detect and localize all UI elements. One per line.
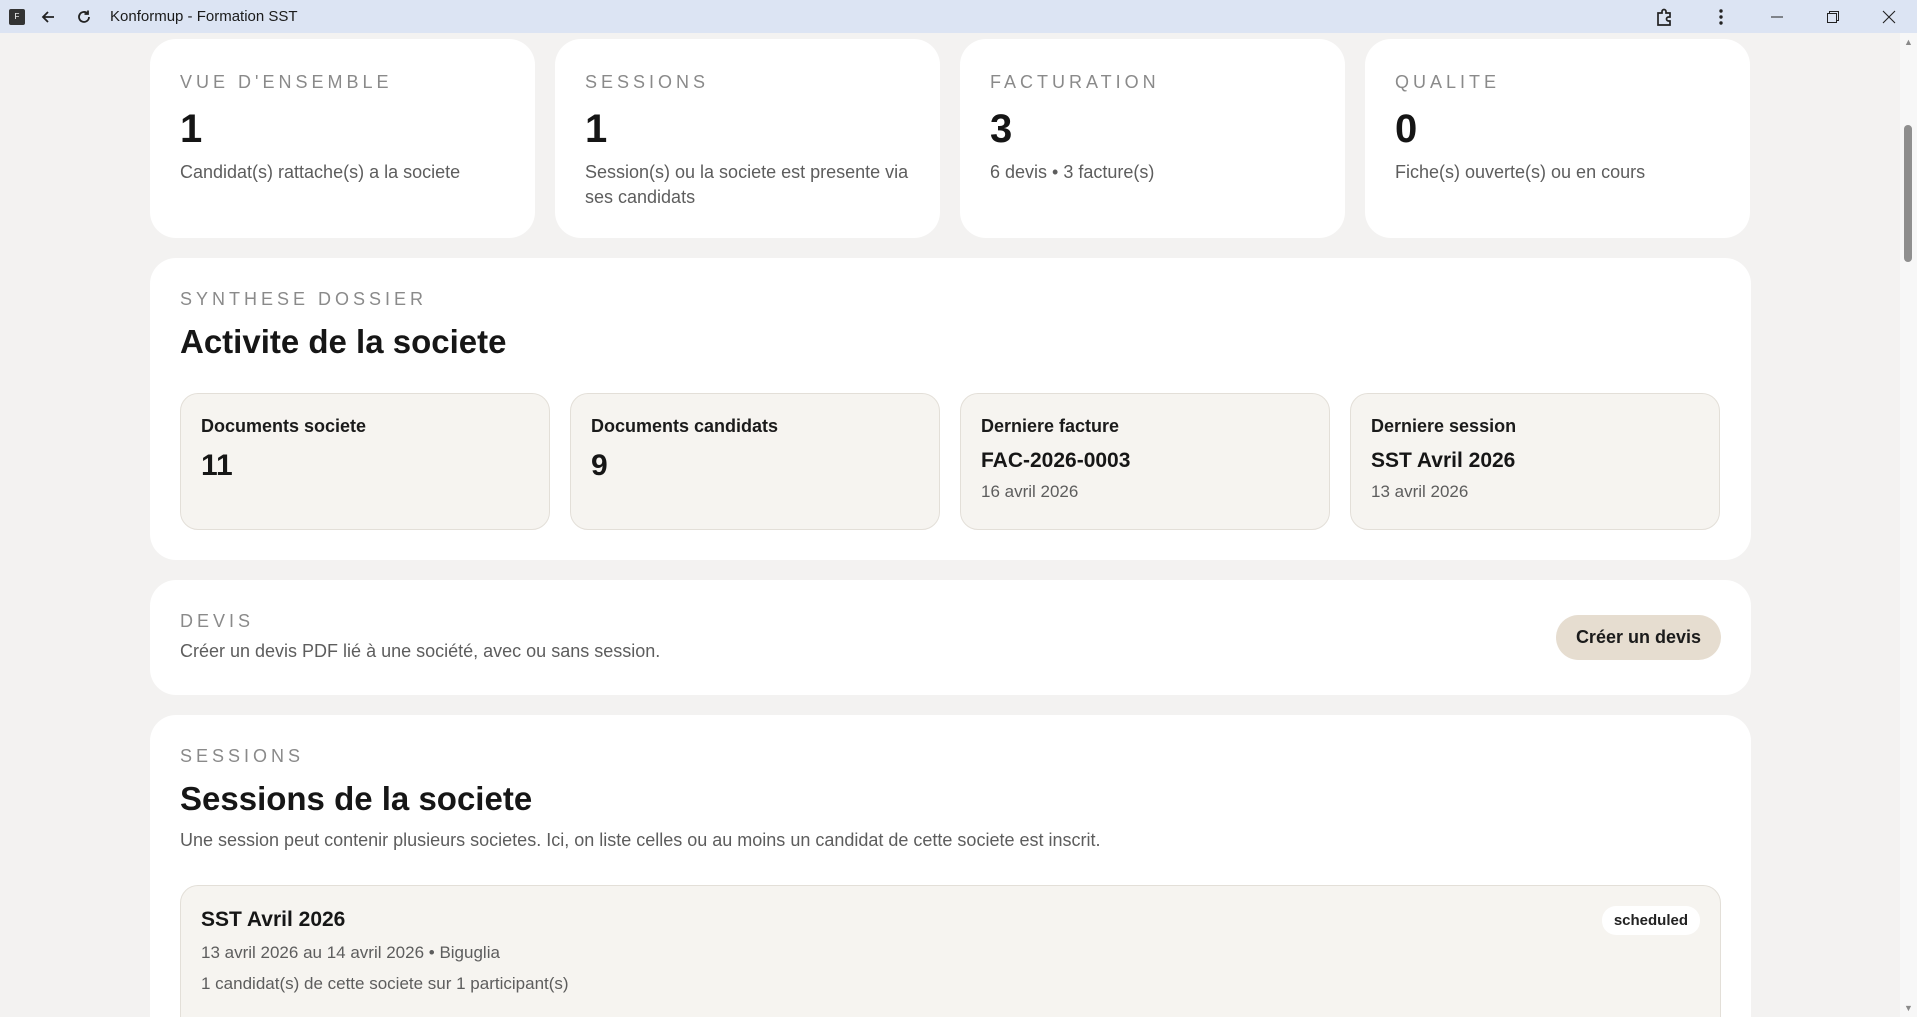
section-eyebrow: SESSIONS: [180, 746, 305, 766]
window-title: Konformup - Formation SST: [110, 8, 298, 25]
close-button[interactable]: [1861, 0, 1917, 33]
menu-button[interactable]: [1693, 0, 1749, 33]
tile-documents-candidats: Documents candidats 9: [570, 393, 940, 530]
stat-description: Fiche(s) ouverte(s) ou en cours: [1395, 162, 1646, 182]
synthese-tiles: Documents societe 11 Documents candidats…: [180, 393, 1720, 530]
refresh-icon: [78, 10, 90, 23]
stat-value: 1: [180, 107, 203, 151]
stat-card-sessions: SESSIONS 1 Session(s) ou la societe est …: [555, 39, 940, 238]
stat-eyebrow: QUALITE: [1395, 72, 1501, 92]
stat-description: Candidat(s) rattache(s) a la societe: [180, 162, 461, 182]
tile-derniere-session: Derniere session SST Avril 2026 13 avril…: [1350, 393, 1720, 530]
tile-value: SST Avril 2026: [1371, 449, 1516, 472]
session-participants: 1 candidat(s) de cette societe sur 1 par…: [201, 974, 569, 993]
tile-value: 9: [591, 449, 608, 482]
page-content: VUE D'ENSEMBLE 1 Candidat(s) rattache(s)…: [0, 33, 1900, 1017]
title-bar: F Konformup - Formation SST: [0, 0, 1917, 33]
stat-card-overview: VUE D'ENSEMBLE 1 Candidat(s) rattache(s)…: [150, 39, 535, 238]
stat-description: Session(s) ou la societe est presente vi…: [585, 162, 909, 207]
back-button[interactable]: [30, 0, 66, 33]
tile-label: Documents societe: [201, 416, 367, 436]
stat-description: 6 devis • 3 facture(s): [990, 162, 1155, 182]
scrollbar-thumb[interactable]: [1904, 125, 1912, 262]
minimize-button[interactable]: [1749, 0, 1805, 33]
restore-icon: [1827, 10, 1839, 23]
stat-card-quality: QUALITE 0 Fiche(s) ouverte(s) ou en cour…: [1365, 39, 1750, 238]
section-eyebrow: SYNTHESE DOSSIER: [180, 289, 428, 309]
stat-eyebrow: SESSIONS: [585, 72, 710, 92]
session-name: SST Avril 2026: [201, 908, 346, 931]
section-eyebrow: DEVIS: [180, 611, 255, 631]
tile-value: 11: [201, 449, 233, 482]
stat-card-billing: FACTURATION 3 6 devis • 3 facture(s): [960, 39, 1345, 238]
extensions-button[interactable]: [1637, 0, 1693, 33]
tile-label: Documents candidats: [591, 416, 779, 436]
tile-label: Derniere session: [1371, 416, 1517, 436]
stat-eyebrow: FACTURATION: [990, 72, 1160, 92]
tile-derniere-facture: Derniere facture FAC-2026-0003 16 avril …: [960, 393, 1330, 530]
session-dates-location: 13 avril 2026 au 14 avril 2026 • Bigugli…: [201, 943, 500, 962]
devis-card: DEVIS Créer un devis PDF lié à une socié…: [150, 580, 1751, 695]
create-devis-button[interactable]: Créer un devis: [1555, 615, 1721, 660]
sessions-card: SESSIONS Sessions de la societe Une sess…: [150, 715, 1751, 1017]
minimize-icon: [1771, 16, 1783, 17]
restore-button[interactable]: [1805, 0, 1861, 33]
more-vertical-icon: [1719, 8, 1723, 25]
reload-button[interactable]: [66, 0, 102, 33]
tile-label: Derniere facture: [981, 416, 1120, 436]
puzzle-icon: [1657, 8, 1671, 26]
vertical-scrollbar[interactable]: ▲ ▼: [1900, 33, 1917, 1017]
arrow-left-icon: [41, 10, 54, 23]
close-icon: [1882, 10, 1896, 23]
stat-value: 3: [990, 107, 1013, 151]
devis-description: Créer un devis PDF lié à une société, av…: [180, 641, 661, 661]
tile-documents-societe: Documents societe 11: [180, 393, 550, 530]
section-title: Activite de la societe: [180, 323, 507, 360]
tile-date: 16 avril 2026: [981, 482, 1079, 501]
stat-value: 1: [585, 107, 608, 151]
app-icon: F: [9, 8, 25, 25]
status-badge: scheduled: [1601, 906, 1700, 935]
synthese-card: SYNTHESE DOSSIER Activite de la societe …: [150, 258, 1751, 560]
tile-value: FAC-2026-0003: [981, 449, 1131, 472]
stat-eyebrow: VUE D'ENSEMBLE: [180, 72, 393, 92]
stat-value: 0: [1395, 107, 1418, 151]
section-title: Sessions de la societe: [180, 780, 533, 817]
scroll-down-icon[interactable]: ▼: [1900, 1001, 1917, 1015]
scroll-up-icon[interactable]: ▲: [1900, 35, 1917, 49]
session-list-item[interactable]: SST Avril 2026 13 avril 2026 au 14 avril…: [180, 885, 1721, 1017]
tile-date: 13 avril 2026: [1371, 482, 1469, 501]
sessions-description: Une session peut contenir plusieurs soci…: [180, 830, 1101, 850]
